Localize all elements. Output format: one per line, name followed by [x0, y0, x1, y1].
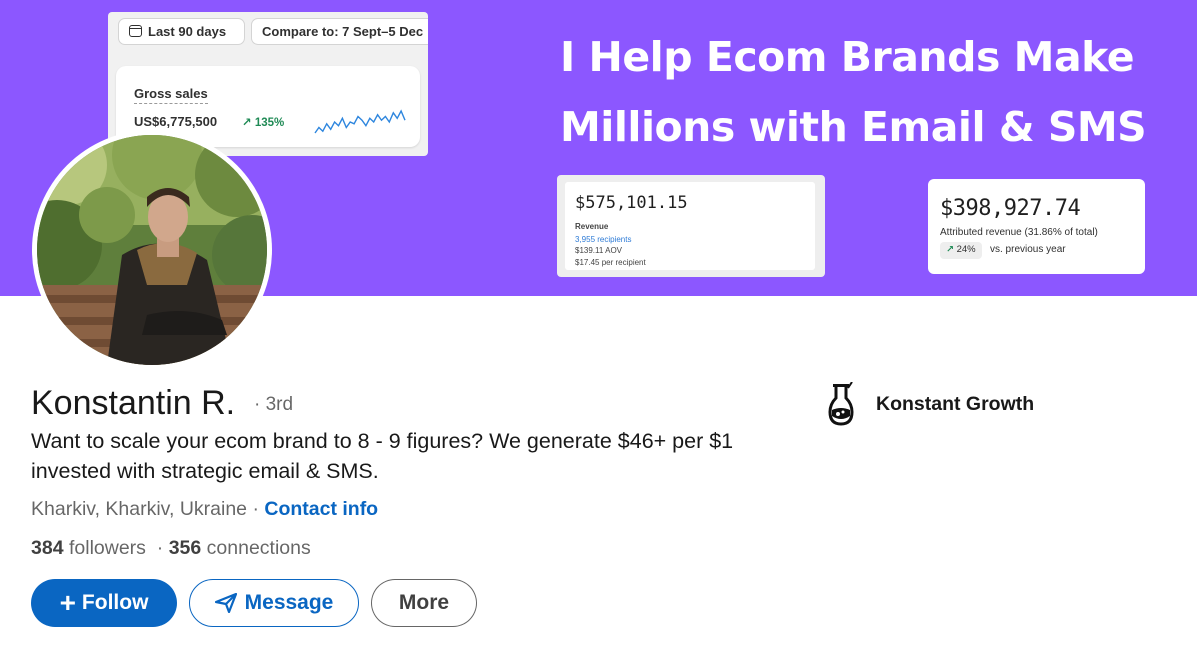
- revenue-amount: $575,101.15: [575, 193, 688, 213]
- company-name: Konstant Growth: [876, 392, 1035, 415]
- compare-pill: Compare to: 7 Sept–5 Dec: [251, 18, 428, 45]
- network-row: 384 followers · 356 connections: [31, 537, 311, 560]
- revenue-aov: $139.11 AOV: [575, 246, 622, 255]
- revenue-per-recipient: $17.45 per recipient: [575, 258, 646, 267]
- connections-count: 356: [168, 537, 202, 559]
- gross-sales-value: US$6,775,500: [134, 114, 218, 129]
- plus-icon: +: [59, 587, 76, 618]
- gross-sales-label: Gross sales: [134, 86, 208, 104]
- attributed-compare-text: vs. previous year: [990, 244, 1066, 255]
- trend-up-icon: ↗: [946, 244, 954, 255]
- profile-avatar[interactable]: [32, 130, 272, 370]
- connections-link[interactable]: connections: [207, 537, 311, 559]
- revenue-recipients: 3,955 recipients: [575, 235, 632, 244]
- more-button[interactable]: More: [371, 579, 477, 627]
- attributed-change-badge: ↗ 24%: [940, 242, 982, 259]
- profile-photo: [37, 135, 267, 365]
- location-row: Kharkiv, Kharkiv, Ukraine · Contact info: [31, 498, 378, 521]
- sparkline-line: [314, 109, 406, 134]
- company-logo-icon: [828, 382, 854, 426]
- profile-location: Kharkiv, Kharkiv, Ukraine: [31, 498, 248, 520]
- company-entry[interactable]: Konstant Growth: [828, 382, 1034, 426]
- attributed-revenue-card: $398,927.74 Attributed revenue (31.86% o…: [928, 179, 1145, 274]
- gross-sales-change: ↗ 135%: [242, 117, 285, 129]
- revenue-label: Revenue: [575, 222, 609, 231]
- attributed-amount: $398,927.74: [940, 196, 1081, 221]
- follow-button[interactable]: + Follow: [31, 579, 177, 627]
- separator-dot: ·: [252, 498, 259, 520]
- profile-headline: Want to scale your ecom brand to 8 - 9 f…: [31, 429, 734, 483]
- connection-degree: · 3rd: [254, 394, 294, 415]
- attributed-label: Attributed revenue (31.86% of total): [940, 227, 1098, 238]
- followers-link[interactable]: followers: [69, 537, 146, 559]
- sparkline-chart: [314, 109, 406, 134]
- followers-count: 384: [31, 537, 64, 559]
- separator-dot: ·: [156, 537, 164, 559]
- message-button[interactable]: Message: [189, 579, 359, 627]
- banner-headline: I Help Ecom Brands Make Millions with Em…: [560, 33, 1147, 151]
- contact-info-link[interactable]: Contact info: [264, 498, 378, 520]
- profile-name: Konstantin R.: [31, 384, 236, 422]
- send-icon: [214, 593, 237, 613]
- date-range-pill: Last 90 days: [118, 18, 245, 45]
- calendar-icon: [129, 25, 142, 37]
- revenue-card: $575,101.15 Revenue 3,955 recipients $13…: [557, 175, 825, 277]
